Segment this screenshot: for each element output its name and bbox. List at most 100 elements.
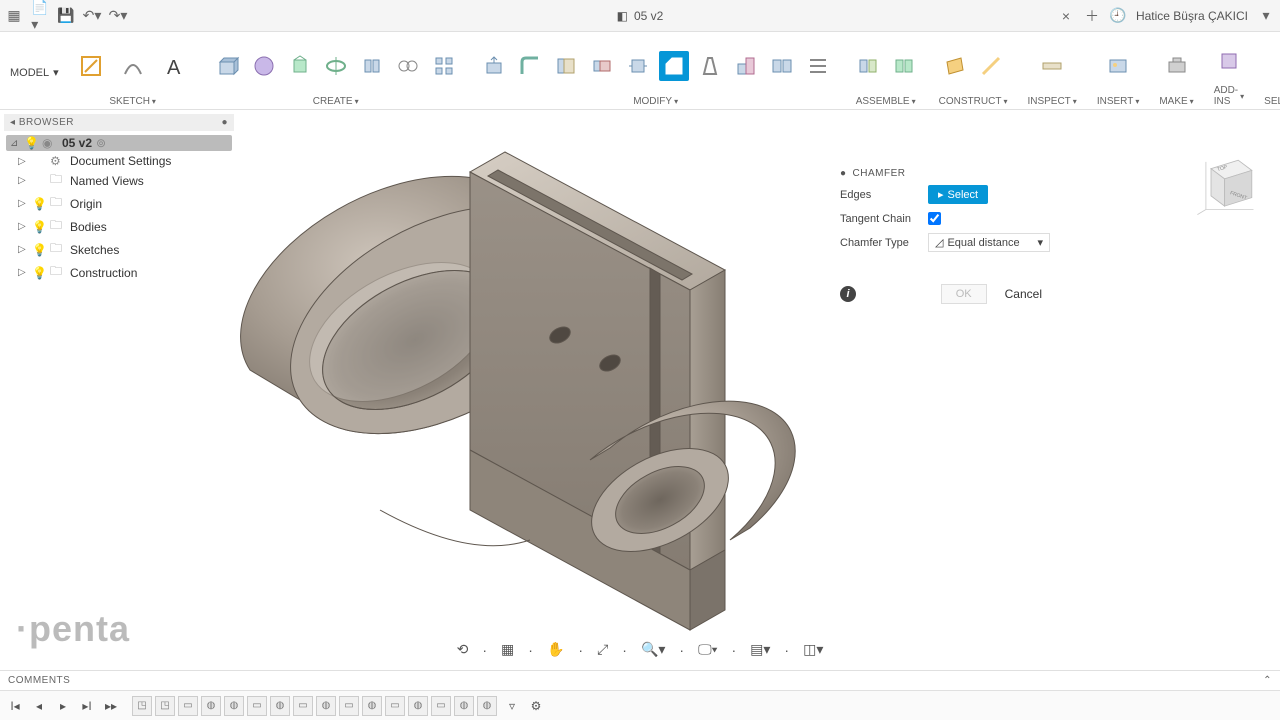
user-name[interactable]: Hatice Büşra ÇAKICI: [1136, 9, 1248, 23]
timeline-bar: I◂ ◂ ▸ ▸I ▸▸ ◳◳▭◍◍▭◍▭◍▭◍▭◍▭◍◍ ▿ ⚙: [0, 690, 1280, 720]
title-bar: ▦ 📄▾ 💾 ↶▾ ↷▾ ◧ 05 v2 × ＋ 🕘 Hatice Büşra …: [0, 0, 1280, 32]
redo-icon[interactable]: ↷▾: [110, 8, 126, 24]
timeline-step[interactable]: ◍: [224, 696, 244, 716]
timeline-next-icon[interactable]: ▸I: [78, 697, 96, 715]
close-tab-icon[interactable]: ×: [1058, 8, 1074, 24]
timeline-step[interactable]: ◍: [270, 696, 290, 716]
edges-select-button[interactable]: ▸Select: [928, 185, 988, 204]
insert-icon[interactable]: [1103, 51, 1133, 81]
fillet-icon[interactable]: [515, 51, 545, 81]
display-settings-icon[interactable]: 🖵▾: [696, 639, 719, 660]
new-tab-icon[interactable]: ＋: [1084, 8, 1100, 24]
ribbon-label-assemble[interactable]: ASSEMBLE: [856, 96, 910, 107]
sweep-icon[interactable]: [357, 51, 387, 81]
timeline-step[interactable]: ◍: [408, 696, 428, 716]
timeline-end-icon[interactable]: ▸▸: [102, 697, 120, 715]
timeline-marker-icon[interactable]: ▿: [503, 697, 521, 715]
ribbon-label-inspect[interactable]: INSPECT: [1027, 96, 1070, 107]
chamfer-icon[interactable]: [659, 51, 689, 81]
pan-icon[interactable]: ✋: [545, 639, 566, 660]
create-sketch-icon[interactable]: [73, 48, 109, 84]
tree-item-construction[interactable]: ▷💡🗀Construction: [6, 261, 232, 284]
fit-icon[interactable]: 🔍▾: [639, 639, 667, 660]
timeline-step[interactable]: ▭: [385, 696, 405, 716]
viewport-layout-icon[interactable]: ◫▾: [801, 639, 825, 660]
addins-icon[interactable]: [1214, 46, 1244, 76]
tree-item-document-settings[interactable]: ▷⚙Document Settings: [6, 153, 232, 169]
timeline-step[interactable]: ◍: [477, 696, 497, 716]
revolve-icon[interactable]: [321, 51, 351, 81]
comments-expand-icon[interactable]: ⌃: [1263, 675, 1272, 686]
ribbon-label-modify[interactable]: MODIFY: [633, 96, 672, 107]
timeline-step[interactable]: ▭: [339, 696, 359, 716]
split-icon[interactable]: [767, 51, 797, 81]
cancel-button[interactable]: Cancel: [997, 284, 1050, 304]
text-icon[interactable]: A: [157, 48, 193, 84]
tree-item-label: Construction: [70, 266, 137, 280]
shell-icon[interactable]: [551, 51, 581, 81]
file-menu-icon[interactable]: 📄▾: [32, 8, 48, 24]
save-icon[interactable]: 💾: [58, 8, 74, 24]
make-icon[interactable]: [1162, 51, 1192, 81]
app-grid-icon[interactable]: ▦: [6, 8, 22, 24]
align-icon[interactable]: [803, 51, 833, 81]
timeline-step[interactable]: ◍: [316, 696, 336, 716]
ribbon-label-select[interactable]: SELECT: [1264, 96, 1280, 107]
measure-icon[interactable]: [1037, 51, 1067, 81]
tree-item-named-views[interactable]: ▷🗀Named Views: [6, 169, 232, 192]
timeline-step[interactable]: ◳: [132, 696, 152, 716]
tree-item-origin[interactable]: ▷💡🗀Origin: [6, 192, 232, 215]
draft-icon[interactable]: [695, 51, 725, 81]
timeline-prev-icon[interactable]: ◂: [30, 697, 48, 715]
tree-item-bodies[interactable]: ▷💡🗀Bodies: [6, 215, 232, 238]
tangent-chain-checkbox[interactable]: [928, 212, 941, 225]
timeline-play-icon[interactable]: ▸: [54, 697, 72, 715]
timeline-step[interactable]: ◍: [362, 696, 382, 716]
timeline-settings-icon[interactable]: ⚙: [527, 697, 545, 715]
timeline-step[interactable]: ▭: [247, 696, 267, 716]
timeline-start-icon[interactable]: I◂: [6, 697, 24, 715]
undo-icon[interactable]: ↶▾: [84, 8, 100, 24]
view-cube[interactable]: TOP FRONT: [1194, 150, 1262, 218]
timeline-step[interactable]: ▭: [178, 696, 198, 716]
ribbon-label-addins[interactable]: ADD-INS: [1214, 85, 1238, 107]
axis-icon[interactable]: [976, 51, 1006, 81]
press-pull-icon[interactable]: [479, 51, 509, 81]
ribbon-label-insert[interactable]: INSERT: [1097, 96, 1134, 107]
chamfer-type-dropdown[interactable]: ◿Equal distance ▾: [928, 233, 1050, 252]
sphere-icon[interactable]: [249, 51, 279, 81]
plane-icon[interactable]: [940, 51, 970, 81]
ribbon-label-sketch[interactable]: SKETCH: [109, 96, 150, 107]
select-icon[interactable]: [1272, 51, 1280, 81]
timeline-step[interactable]: ◳: [155, 696, 175, 716]
loft-icon[interactable]: [393, 51, 423, 81]
zoom-icon[interactable]: ⤢: [595, 639, 610, 660]
timeline-step[interactable]: ▭: [431, 696, 451, 716]
as-built-joint-icon[interactable]: [889, 51, 919, 81]
info-icon[interactable]: i: [840, 286, 856, 302]
tree-item-sketches[interactable]: ▷💡🗀Sketches: [6, 238, 232, 261]
main-area: TOP FRONT ⟲· ▦· ✋· ⤢· 🔍▾· 🖵▾· ▤▾· ◫▾ ·pe…: [0, 110, 1280, 670]
grid-settings-icon[interactable]: ▤▾: [748, 639, 772, 660]
orbit-icon[interactable]: ⟲: [455, 639, 471, 660]
browser-collapse-icon[interactable]: ●: [221, 117, 228, 128]
line-arc-icon[interactable]: [115, 48, 151, 84]
tree-root[interactable]: ⊿ 💡 ◉ 05 v2 ⊚: [6, 135, 232, 151]
rib-icon[interactable]: [429, 51, 459, 81]
box-icon[interactable]: [213, 51, 243, 81]
look-at-icon[interactable]: ▦: [499, 639, 516, 660]
extrude-icon[interactable]: [285, 51, 315, 81]
user-menu-caret-icon[interactable]: ▾: [1258, 8, 1274, 24]
timeline-step[interactable]: ▭: [293, 696, 313, 716]
timeline-step[interactable]: ◍: [201, 696, 221, 716]
ribbon-label-make[interactable]: MAKE: [1159, 96, 1187, 107]
notifications-icon[interactable]: 🕘: [1110, 8, 1126, 24]
move-icon[interactable]: [623, 51, 653, 81]
timeline-step[interactable]: ◍: [454, 696, 474, 716]
combine-icon[interactable]: [587, 51, 617, 81]
workspace-dropdown[interactable]: MODEL▾: [6, 36, 67, 79]
joint-icon[interactable]: [853, 51, 883, 81]
ribbon-label-construct[interactable]: CONSTRUCT: [939, 96, 1002, 107]
ribbon-label-create[interactable]: CREATE: [313, 96, 353, 107]
scale-icon[interactable]: [731, 51, 761, 81]
